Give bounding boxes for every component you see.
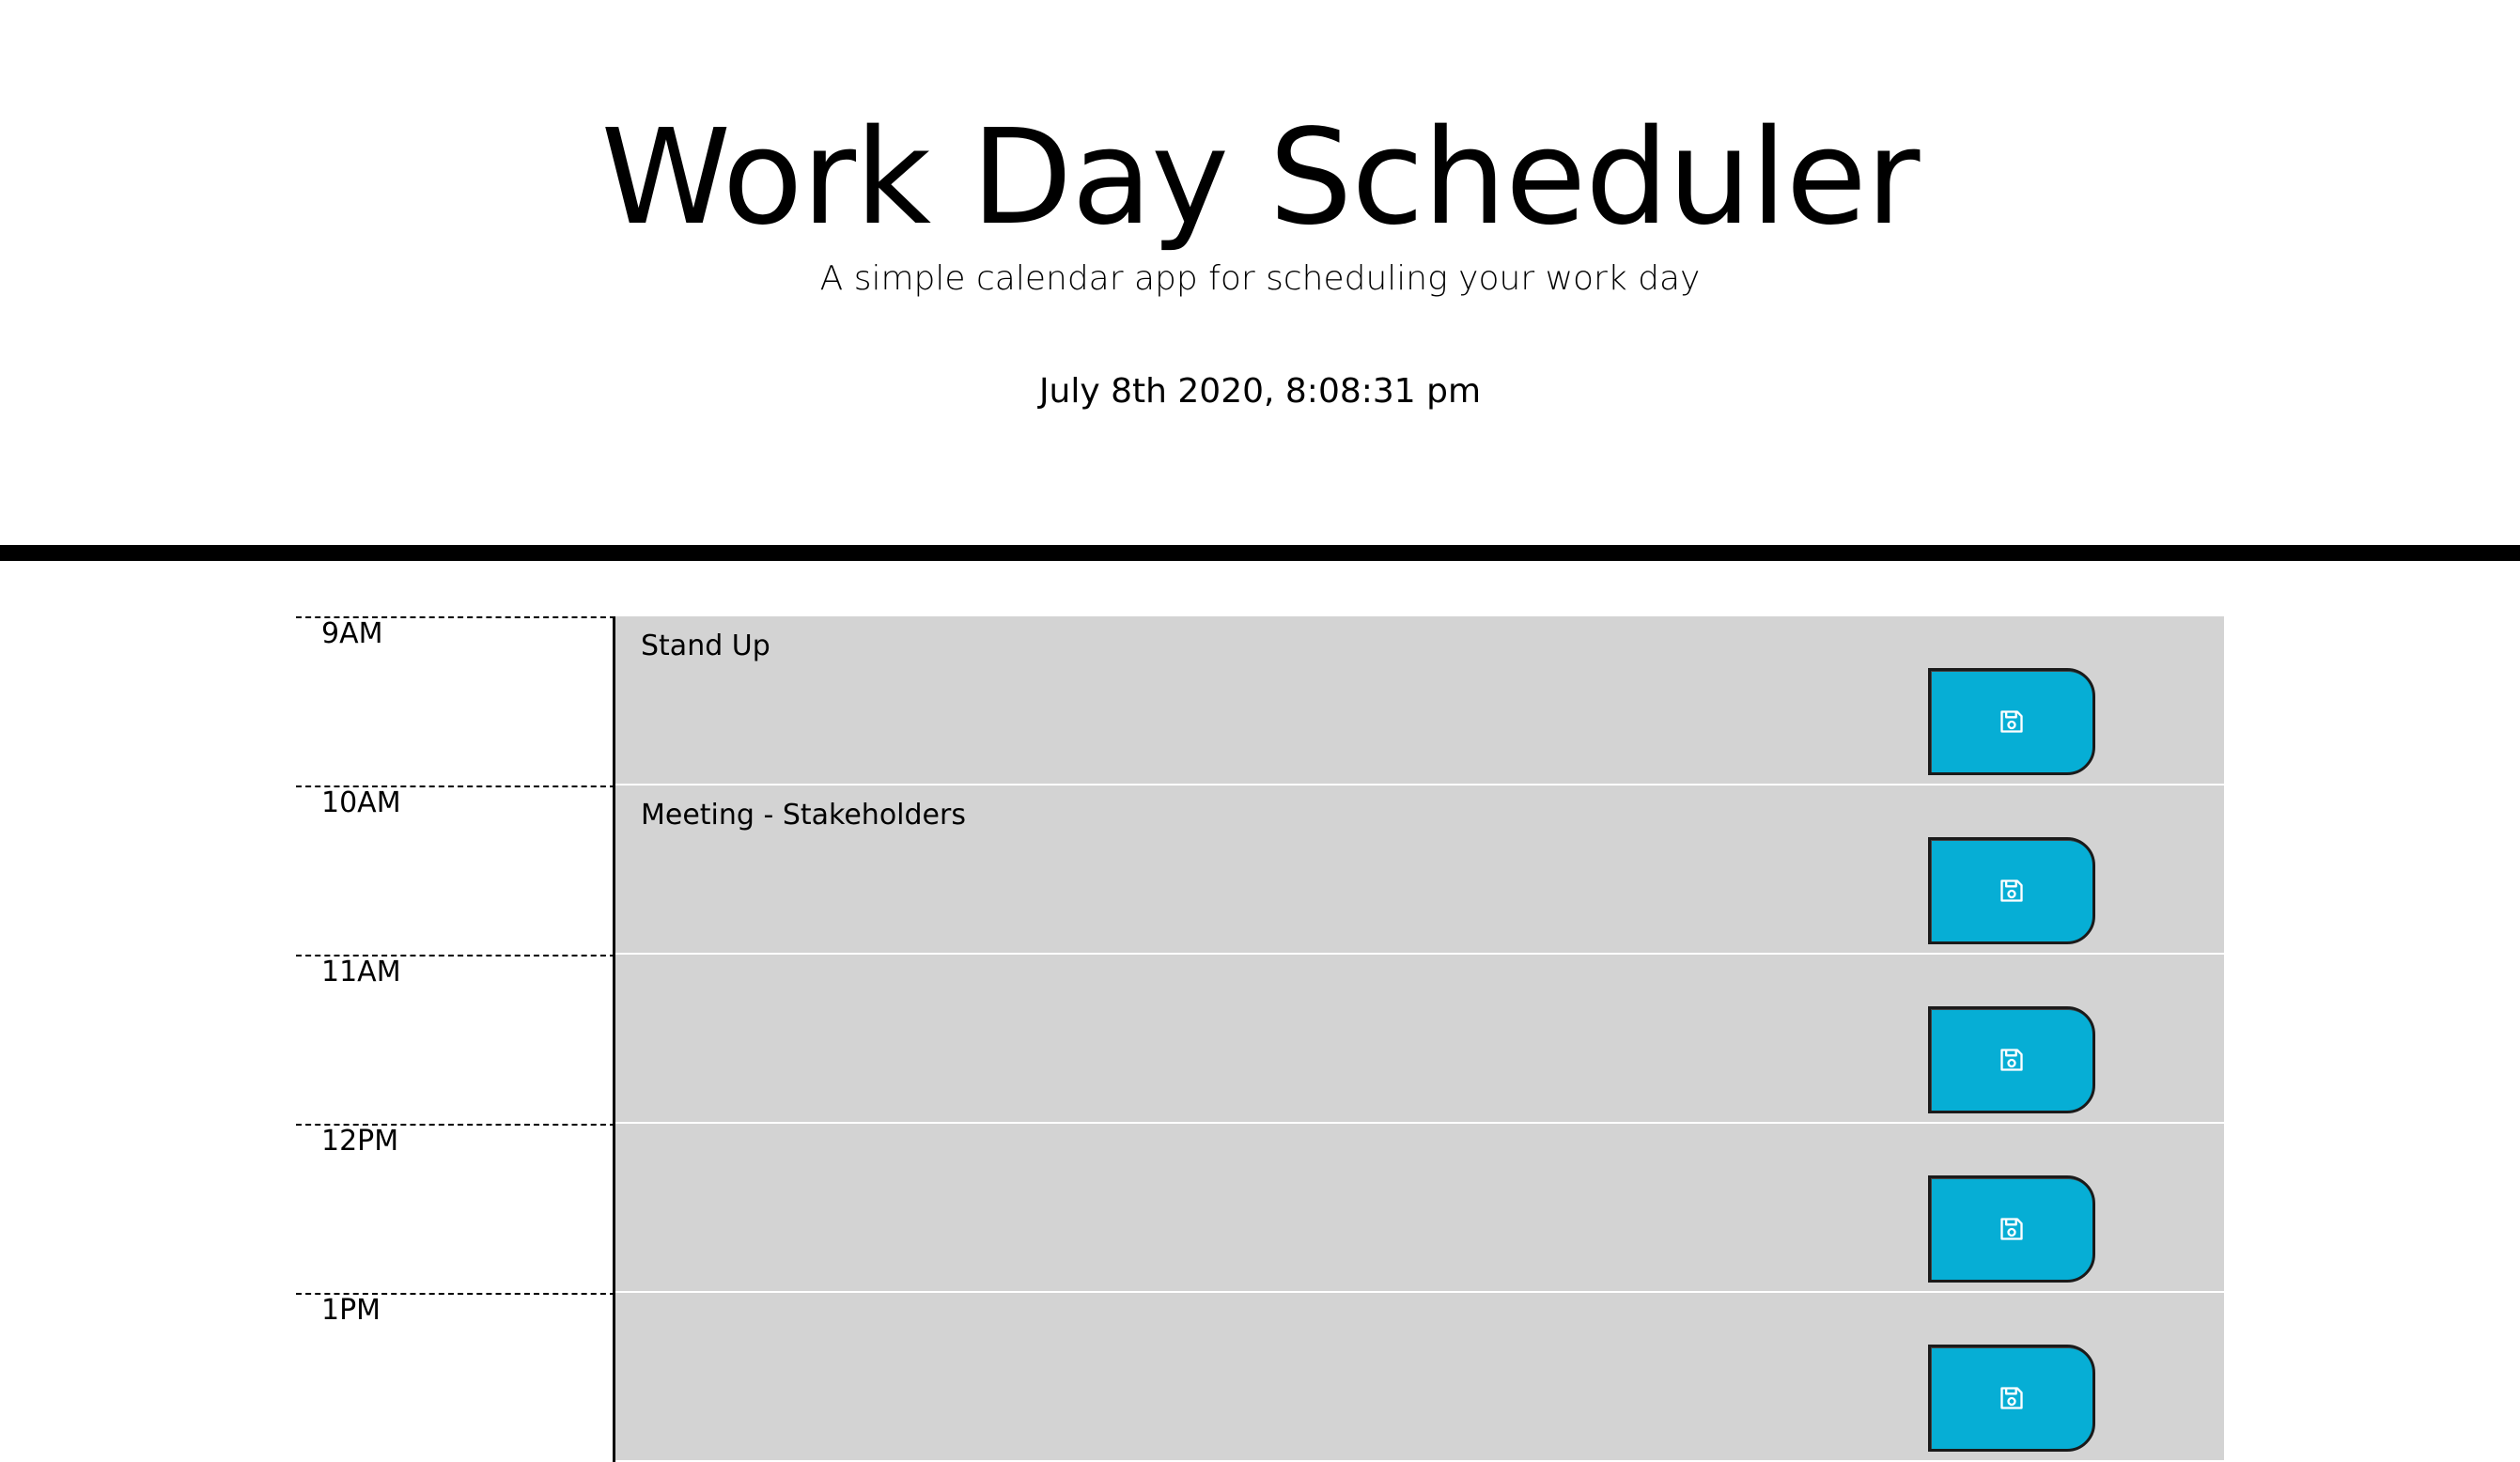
save-button[interactable] (1928, 668, 2095, 775)
hour-label: 12PM (296, 1124, 615, 1293)
time-block-10am: 10AM Meeting - Stakeholders (296, 785, 2224, 955)
current-datetime: July 8th 2020, 8:08:31 pm (1038, 372, 1482, 411)
save-button[interactable] (1928, 1345, 2095, 1452)
page-title: Work Day Scheduler (600, 101, 1921, 255)
time-block-12pm: 12PM (296, 1124, 2224, 1293)
save-button[interactable] (1928, 837, 2095, 944)
time-block-9am: 9AM Stand Up (296, 616, 2224, 785)
time-block-1pm: 1PM (296, 1293, 2224, 1462)
hour-label: 1PM (296, 1293, 615, 1462)
floppy-disk-icon (1999, 1047, 2025, 1073)
schedule-container: 9AM Stand Up 10AM Meeting - Stakeholders (296, 616, 2224, 1462)
hour-label: 10AM (296, 785, 615, 955)
floppy-disk-icon (1999, 708, 2025, 735)
page-header: Work Day Scheduler A simple calendar app… (0, 0, 2520, 561)
floppy-disk-icon (1999, 878, 2025, 904)
time-block-11am: 11AM (296, 955, 2224, 1124)
hour-label: 11AM (296, 955, 615, 1124)
floppy-disk-icon (1999, 1216, 2025, 1242)
hour-label: 9AM (296, 616, 615, 785)
floppy-disk-icon (1999, 1385, 2025, 1411)
page-subtitle: A simple calendar app for scheduling you… (819, 259, 1701, 298)
save-button[interactable] (1928, 1175, 2095, 1283)
save-button[interactable] (1928, 1006, 2095, 1113)
